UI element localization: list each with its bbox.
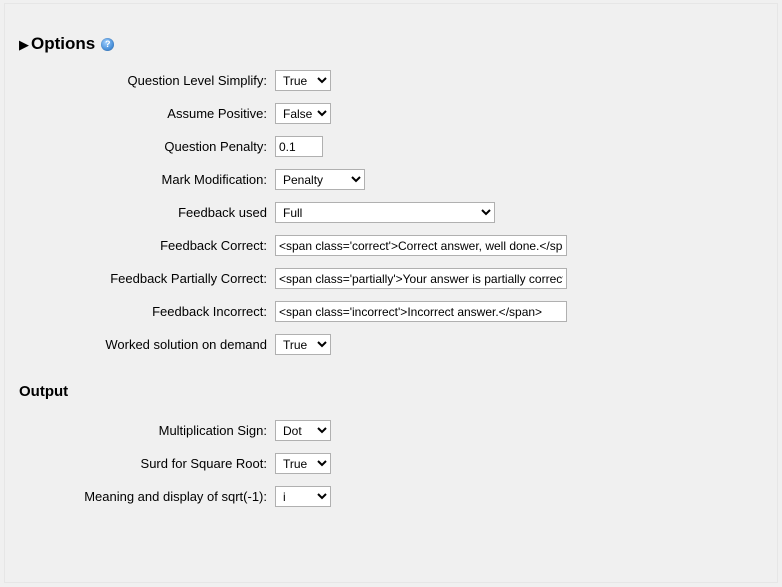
label-question-level-simplify: Question Level Simplify: [19,73,275,88]
select-question-level-simplify[interactable]: True [275,70,331,91]
select-assume-positive[interactable]: False [275,103,331,124]
select-feedback-used[interactable]: Full [275,202,495,223]
label-surd-square-root: Surd for Square Root: [19,456,275,471]
options-header[interactable]: ▶ Options ? [19,34,777,54]
settings-panel: ▶ Options ? Question Level Simplify: Tru… [4,3,778,583]
label-feedback-used: Feedback used [19,205,275,220]
label-assume-positive: Assume Positive: [19,106,275,121]
select-sqrt-neg1[interactable]: i [275,486,331,507]
help-icon[interactable]: ? [101,38,114,51]
options-title: Options [31,34,95,54]
input-question-penalty[interactable] [275,136,323,157]
row-worked-solution: Worked solution on demand True [19,334,777,355]
label-feedback-partially-correct: Feedback Partially Correct: [19,271,275,286]
output-fields: Multiplication Sign: Dot Surd for Square… [19,420,777,507]
row-multiplication-sign: Multiplication Sign: Dot [19,420,777,441]
row-feedback-partially-correct: Feedback Partially Correct: [19,268,777,289]
row-assume-positive: Assume Positive: False [19,103,777,124]
label-feedback-correct: Feedback Correct: [19,238,275,253]
input-feedback-correct[interactable] [275,235,567,256]
row-feedback-used: Feedback used Full [19,202,777,223]
row-feedback-correct: Feedback Correct: [19,235,777,256]
row-feedback-incorrect: Feedback Incorrect: [19,301,777,322]
select-multiplication-sign[interactable]: Dot [275,420,331,441]
row-sqrt-neg1: Meaning and display of sqrt(-1): i [19,486,777,507]
select-surd-square-root[interactable]: True [275,453,331,474]
row-surd-square-root: Surd for Square Root: True [19,453,777,474]
row-question-penalty: Question Penalty: [19,136,777,157]
options-fields: Question Level Simplify: True Assume Pos… [19,70,777,355]
output-heading: Output [19,383,777,400]
select-worked-solution[interactable]: True [275,334,331,355]
input-feedback-partially-correct[interactable] [275,268,567,289]
label-worked-solution: Worked solution on demand [19,337,275,352]
row-mark-modification: Mark Modification: Penalty [19,169,777,190]
select-mark-modification[interactable]: Penalty [275,169,365,190]
collapse-triangle-icon: ▶ [19,38,29,51]
row-question-level-simplify: Question Level Simplify: True [19,70,777,91]
label-mark-modification: Mark Modification: [19,172,275,187]
label-multiplication-sign: Multiplication Sign: [19,423,275,438]
input-feedback-incorrect[interactable] [275,301,567,322]
label-sqrt-neg1: Meaning and display of sqrt(-1): [19,489,275,504]
label-feedback-incorrect: Feedback Incorrect: [19,304,275,319]
label-question-penalty: Question Penalty: [19,139,275,154]
